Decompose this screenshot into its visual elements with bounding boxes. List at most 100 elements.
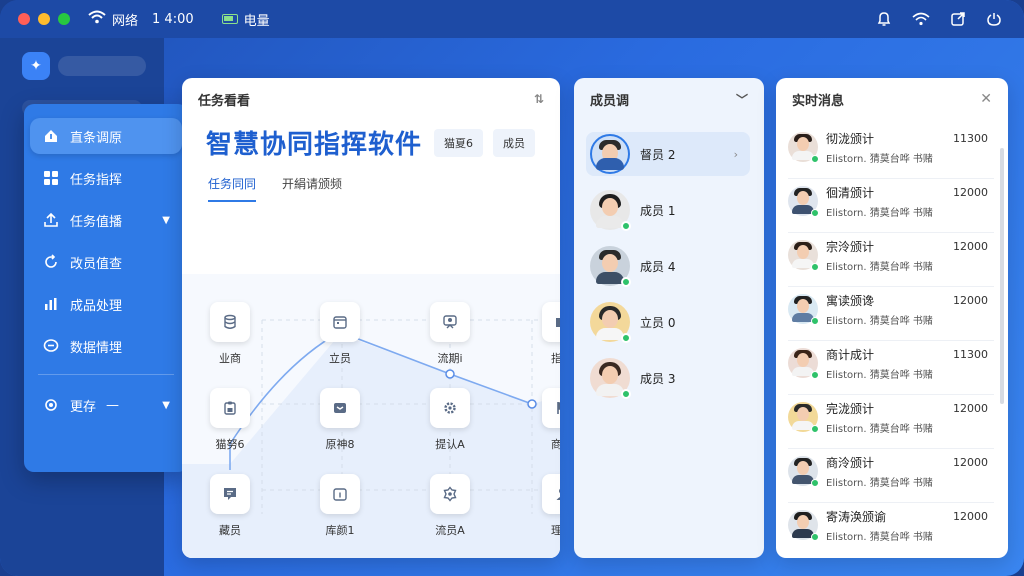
- message-item-2[interactable]: 宗泠颁计 Elistorn. 猜莫台哗 书赌 12000: [788, 238, 988, 282]
- online-status-icon: [811, 317, 819, 325]
- tab-0[interactable]: 任务同同: [208, 175, 257, 202]
- message-time: 12000: [953, 510, 988, 523]
- chevron-down-icon[interactable]: ﹀: [736, 91, 748, 108]
- message-time: 12000: [953, 186, 988, 199]
- members-panel-title: 成员调: [590, 93, 630, 109]
- nav-item-3[interactable]: 改员值查: [30, 244, 182, 280]
- member-name: 成员 3: [640, 371, 676, 386]
- message-divider: [788, 286, 994, 287]
- member-item-1[interactable]: 成员 1: [586, 188, 750, 232]
- message-item-0[interactable]: 彻泷颁计 Elistorn. 猜莫台哗 书赌 11300: [788, 130, 988, 174]
- chevron-down-icon[interactable]: ▼: [162, 400, 170, 411]
- message-preview: Elistorn. 猜莫台哗 书赌: [826, 262, 933, 273]
- message-item-1[interactable]: 徊清颁计 Elistorn. 猜莫台哗 书赌 12000: [788, 184, 988, 228]
- online-status-icon: [621, 277, 631, 287]
- grid-icon: [42, 169, 60, 187]
- nav-divider: [38, 374, 174, 375]
- member-item-2[interactable]: 成员 4: [586, 244, 750, 288]
- system-top-bar: 网络 1 4:00 电量: [0, 0, 1024, 38]
- refresh-icon: [42, 253, 60, 271]
- message-item-7[interactable]: 寄涛涣颁谕 Elistorn. 猜莫台哗 书赌 12000: [788, 508, 988, 552]
- message-divider: [788, 394, 994, 395]
- messages-panel-header: 实时消息 ✕: [776, 78, 1008, 120]
- online-status-icon: [811, 263, 819, 271]
- maximize-window-button[interactable]: [58, 13, 70, 25]
- flow-node-3[interactable]: 指会: [532, 302, 560, 366]
- member-name: 督员 2: [640, 147, 676, 162]
- flow-node-6[interactable]: 提认A: [420, 388, 480, 452]
- nav-item-label: 改员值查: [70, 256, 123, 272]
- flow-node-11[interactable]: 理会: [532, 474, 560, 538]
- online-status-icon: [811, 425, 819, 433]
- members-panel-header[interactable]: 成员调 ﹀: [574, 78, 764, 120]
- gear-icon: [430, 388, 470, 428]
- close-window-button[interactable]: [18, 13, 30, 25]
- message-box-icon: [320, 388, 360, 428]
- member-item-3[interactable]: 立员 0: [586, 300, 750, 344]
- flow-node-8[interactable]: 藏员: [200, 474, 260, 538]
- message-item-6[interactable]: 商泠颁计 Elistorn. 猜莫台哗 书赌 12000: [788, 454, 988, 498]
- messages-panel: 实时消息 ✕ 彻泷颁计 Elistorn. 猜莫台哗 书赌 11300 徊清颁计 E…: [776, 78, 1008, 558]
- tab-1[interactable]: 开絹请颁频: [282, 175, 342, 202]
- online-status-icon: [811, 533, 819, 541]
- message-item-4[interactable]: 商计成计 Elistorn. 猜莫台哗 书赌 11300: [788, 346, 988, 390]
- flow-node-label: 指会: [551, 352, 560, 365]
- drag-handle-icon[interactable]: ⇅: [534, 92, 544, 106]
- app-logo-icon[interactable]: ✦: [22, 52, 50, 80]
- flow-node-2[interactable]: 流期i: [420, 302, 480, 366]
- flow-node-9[interactable]: 库颜1: [310, 474, 370, 538]
- avatar: [788, 456, 819, 487]
- navigation-menu: 直条调原 任务指挥 任务值播 ▼ 改员值查 成品处理 数据情埋 更存 — ▼: [24, 104, 188, 472]
- message-time: 12000: [953, 240, 988, 253]
- nav-item-0[interactable]: 直条调原: [30, 118, 182, 154]
- flow-node-label: 业商: [219, 352, 241, 365]
- task-panel-header: 任务看看 ⇅: [182, 78, 560, 120]
- power-icon[interactable]: [986, 11, 1002, 27]
- share-icon[interactable]: [950, 11, 966, 27]
- flow-node-10[interactable]: 流员A: [420, 474, 480, 538]
- nav-item-5[interactable]: 数据情埋: [30, 328, 182, 364]
- message-divider: [788, 502, 994, 503]
- online-status-icon: [811, 479, 819, 487]
- member-item-0[interactable]: 督员 2 ›: [586, 132, 750, 176]
- message-preview: Elistorn. 猜莫台哗 书赌: [826, 208, 933, 219]
- message-preview: Elistorn. 猜莫台哗 书赌: [826, 424, 933, 435]
- member-item-4[interactable]: 成员 3: [586, 356, 750, 400]
- nav-item-more[interactable]: 更存 — ▼: [30, 387, 182, 423]
- flow-node-4[interactable]: 猫努6: [200, 388, 260, 452]
- message-preview: Elistorn. 猜莫台哗 书赌: [826, 478, 933, 489]
- message-divider: [788, 448, 994, 449]
- nav-more-dash: —: [106, 397, 120, 413]
- bell-icon[interactable]: [876, 11, 892, 27]
- flow-node-1[interactable]: 立员: [310, 302, 370, 366]
- flow-node-0[interactable]: 业商: [200, 302, 260, 366]
- avatar: [788, 510, 819, 541]
- nav-item-2[interactable]: 任务值播 ▼: [30, 202, 182, 238]
- database-icon: [210, 302, 250, 342]
- avatar: [590, 302, 631, 343]
- nav-item-1[interactable]: 任务指挥: [30, 160, 182, 196]
- nav-item-label: 数据情埋: [70, 340, 123, 356]
- wifi-status-icon[interactable]: [912, 12, 930, 26]
- network-label: 网络: [112, 13, 139, 29]
- app-title: 智慧协同指挥软件: [206, 130, 423, 160]
- flow-node-label: 原神8: [325, 438, 355, 451]
- message-preview: Elistorn. 猜莫台哗 书赌: [826, 316, 933, 327]
- nav-item-4[interactable]: 成品处理: [30, 286, 182, 322]
- chevron-right-icon[interactable]: ›: [734, 148, 738, 161]
- filter-chip-2[interactable]: 成员: [493, 128, 536, 157]
- flow-node-5[interactable]: 原神8: [310, 388, 370, 452]
- avatar: [788, 132, 819, 163]
- message-item-5[interactable]: 完泷颁计 Elistorn. 猜莫台哗 书赌 12000: [788, 400, 988, 444]
- message-item-3[interactable]: 寓读颁谗 Elistorn. 猜莫台哗 书赌 12000: [788, 292, 988, 336]
- flow-node-7[interactable]: 商会: [532, 388, 560, 452]
- messages-scrollbar[interactable]: [1000, 148, 1004, 404]
- filter-chip-1[interactable]: 猫夏6: [434, 128, 484, 157]
- message-divider: [788, 232, 994, 233]
- task-tabs: 任务同同 开絹请颁频: [182, 175, 560, 202]
- flow-node-label: 立员: [329, 352, 351, 365]
- close-icon[interactable]: ✕: [980, 91, 992, 107]
- nav-more-label: 更存: [70, 399, 97, 415]
- chevron-down-icon[interactable]: ▼: [162, 215, 170, 226]
- minimize-window-button[interactable]: [38, 13, 50, 25]
